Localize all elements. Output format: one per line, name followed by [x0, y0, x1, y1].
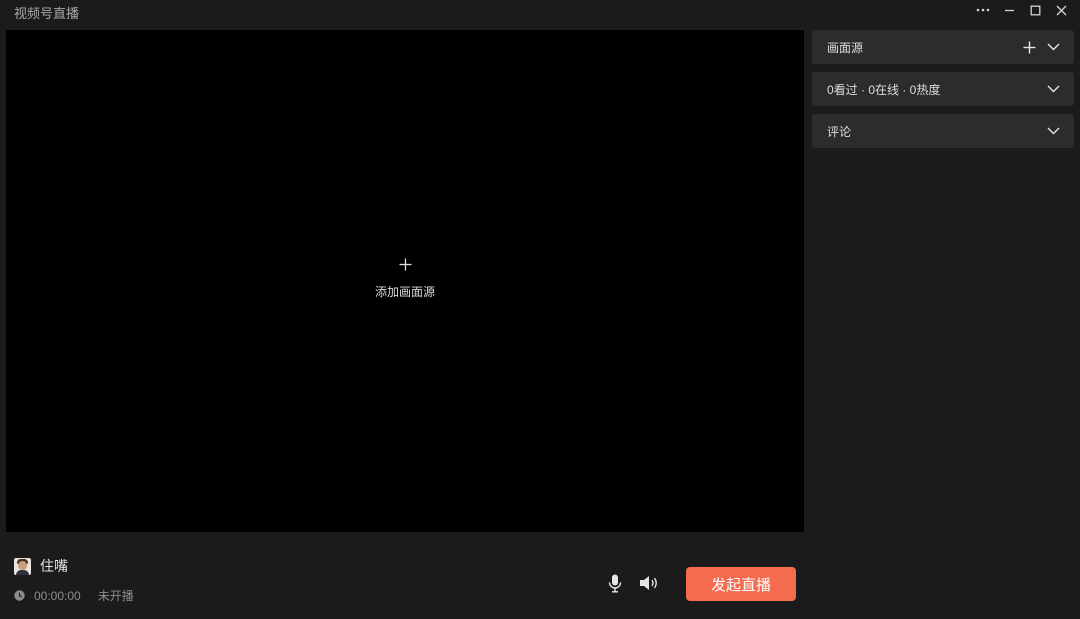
- clock-icon: [14, 590, 25, 601]
- panel-sources[interactable]: 画面源: [812, 30, 1074, 64]
- plus-icon: [1023, 41, 1035, 53]
- plus-icon: [397, 256, 413, 272]
- live-status: 00:00:00 未开播: [14, 587, 134, 604]
- chevron-down-icon: [1047, 127, 1059, 135]
- app-title: 视频号直播: [14, 6, 80, 21]
- more-icon: [976, 8, 990, 12]
- panel-comments-title: 评论: [827, 124, 852, 139]
- minimize-button[interactable]: [996, 0, 1022, 20]
- title-bar[interactable]: 视频号直播: [0, 0, 1080, 28]
- chevron-down-icon: [1047, 85, 1059, 93]
- close-button[interactable]: [1048, 0, 1074, 20]
- live-duration: 00:00:00: [34, 588, 81, 603]
- expand-sources-button[interactable]: [1046, 40, 1060, 54]
- avatar[interactable]: [14, 557, 31, 575]
- add-source-icon-button[interactable]: [1022, 40, 1036, 54]
- panel-stats-title: 0看过 · 0在线 · 0热度: [827, 82, 941, 97]
- minimize-icon: [1004, 9, 1014, 11]
- preview-canvas: 添加画面源: [6, 30, 804, 532]
- live-app-window: 视频号直播 添加画面源 画面源 0看过 · 0在线 · 0热度 评论 住嘴 00…: [0, 0, 1080, 619]
- panel-comments[interactable]: 评论: [812, 114, 1074, 148]
- window-controls: [970, 0, 1074, 20]
- speaker-icon: [640, 576, 657, 590]
- maximize-icon: [1030, 5, 1040, 15]
- chevron-down-icon: [1047, 43, 1059, 51]
- expand-comments-button[interactable]: [1046, 124, 1060, 138]
- expand-stats-button[interactable]: [1046, 82, 1060, 96]
- live-state-text: 未开播: [97, 589, 134, 603]
- close-icon: [1056, 5, 1066, 15]
- start-live-button[interactable]: 发起直播: [686, 567, 796, 601]
- user-name: 住嘴: [40, 558, 68, 574]
- more-button[interactable]: [970, 0, 996, 20]
- panel-stats[interactable]: 0看过 · 0在线 · 0热度: [812, 72, 1074, 106]
- panel-sources-title: 画面源: [827, 40, 864, 55]
- microphone-button[interactable]: [606, 572, 624, 594]
- microphone-icon: [608, 574, 622, 592]
- add-source-label: 添加画面源: [374, 285, 436, 299]
- add-source-button[interactable]: 添加画面源: [375, 256, 435, 300]
- user-info: 住嘴: [14, 556, 68, 576]
- maximize-button[interactable]: [1022, 0, 1048, 20]
- speaker-button[interactable]: [638, 572, 660, 594]
